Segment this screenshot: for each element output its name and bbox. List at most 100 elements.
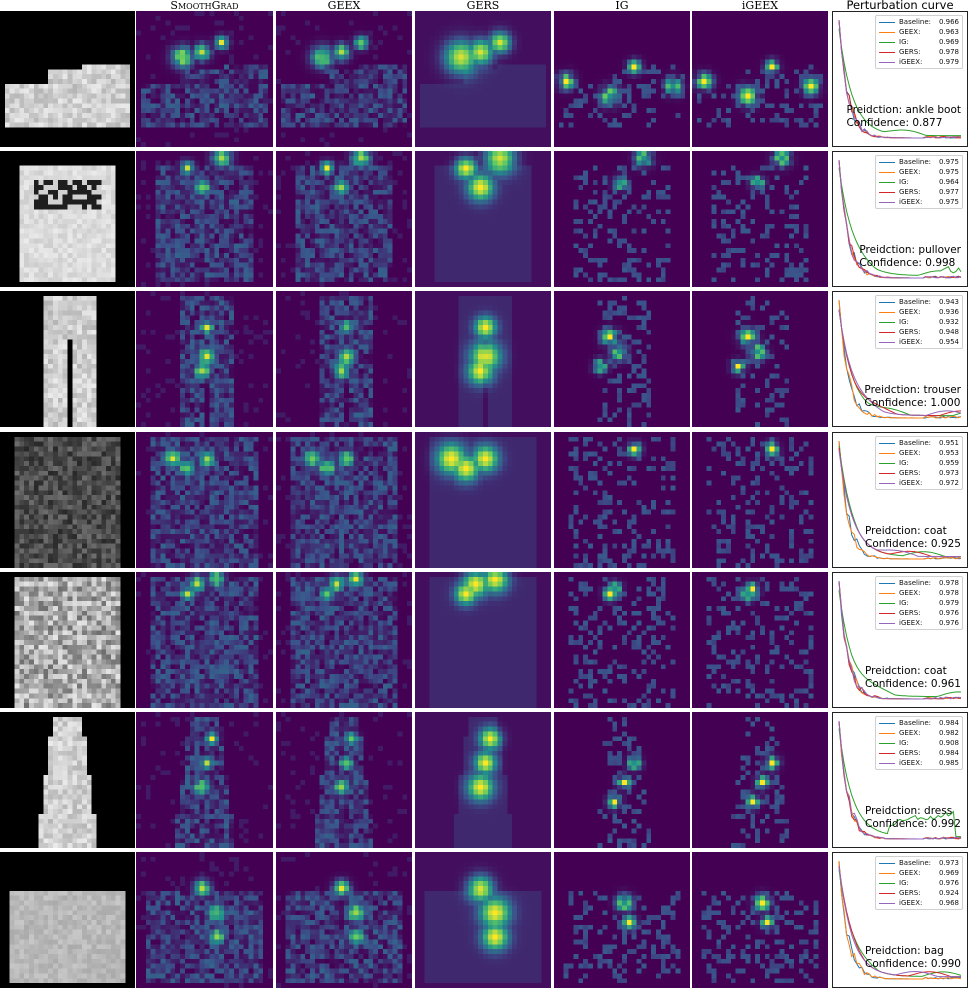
confidence-label: Confidence: 0.925 — [865, 538, 961, 551]
legend-entry-gers: GERS: 0.984 — [879, 748, 959, 758]
legend-swatch — [879, 21, 895, 23]
prediction-text: Preidction: coat Confidence: 0.925 — [865, 525, 961, 551]
legend-label: IG: — [899, 317, 935, 327]
legend-label: GEEX: — [899, 27, 935, 37]
prediction-text: Preidction: pullover Confidence: 0.998 — [859, 244, 961, 270]
heatmap-gers-row-7 — [415, 852, 551, 988]
prediction-text: Preidction: bag Confidence: 0.990 — [865, 945, 961, 971]
legend-label: IG: — [899, 598, 935, 608]
legend-score: 0.973 — [935, 468, 959, 478]
legend-label: GERS: — [899, 47, 935, 57]
heatmap-gers-row-2 — [415, 151, 551, 287]
legend-score: 0.953 — [935, 448, 959, 458]
legend-score: 0.954 — [935, 337, 959, 347]
legend-label: Baseline: — [899, 578, 935, 588]
perturbation-curve-row-5: Baseline: 0.978 GEEX: 0.978 IG: 0.979 GERS: 0.9… — [832, 572, 968, 708]
legend-swatch — [879, 191, 895, 193]
legend-swatch — [879, 51, 895, 53]
heatmap-igeex-row-4 — [692, 432, 828, 568]
original-image-ankle-boot — [0, 11, 135, 147]
legend-score: 0.976 — [935, 608, 959, 618]
prediction-text: Preidction: coat Confidence: 0.961 — [865, 665, 961, 691]
legend-label: Baseline: — [899, 858, 935, 868]
heatmap-gers-row-4 — [415, 432, 551, 568]
heatmap-gers-row-3 — [415, 291, 551, 427]
heatmap-geex-row-6 — [276, 712, 412, 848]
legend-score: 0.968 — [935, 898, 959, 908]
legend-entry-igeex: iGEEX: 0.985 — [879, 758, 959, 768]
legend-entry-ig: IG: 0.932 — [879, 317, 959, 327]
legend-entry-ig: IG: 0.959 — [879, 458, 959, 468]
legend-score: 0.978 — [935, 588, 959, 598]
prediction-label: Preidction: bag — [865, 945, 961, 958]
legend-swatch — [879, 452, 895, 454]
legend-score: 0.976 — [935, 618, 959, 628]
legend-entry-geex: GEEX: 0.978 — [879, 588, 959, 598]
heatmap-ig-row-1 — [554, 11, 690, 147]
legend-entry-baseline: Baseline: 0.943 — [879, 297, 959, 307]
legend-entry-igeex: iGEEX: 0.976 — [879, 618, 959, 628]
column-header-perturbation-curve: Perturbation curve — [832, 0, 968, 11]
legend-entry-ig: IG: 0.908 — [879, 738, 959, 748]
heatmap-ig-row-7 — [554, 852, 690, 988]
heatmap-geex-row-1 — [276, 11, 412, 147]
legend-swatch — [879, 872, 895, 874]
legend-score: 0.977 — [935, 187, 959, 197]
legend-entry-ig: IG: 0.964 — [879, 177, 959, 187]
legend-swatch — [879, 482, 895, 484]
perturbation-curve-row-4: Baseline: 0.951 GEEX: 0.953 IG: 0.959 GERS: 0.9… — [832, 432, 968, 568]
legend-label: iGEEX: — [899, 197, 935, 207]
heatmap-ig-row-4 — [554, 432, 690, 568]
prediction-label: Preidction: pullover — [859, 244, 961, 257]
legend-label: IG: — [899, 738, 935, 748]
legend-swatch — [879, 61, 895, 63]
legend-label: iGEEX: — [899, 478, 935, 488]
legend-score: 0.932 — [935, 317, 959, 327]
legend-label: Baseline: — [899, 17, 935, 27]
curve-legend: Baseline: 0.975 GEEX: 0.975 IG: 0.964 GERS: 0.9… — [875, 155, 963, 209]
legend-entry-gers: GERS: 0.973 — [879, 468, 959, 478]
confidence-label: Confidence: 0.877 — [846, 117, 961, 130]
curve-legend: Baseline: 0.943 GEEX: 0.936 IG: 0.932 GERS: 0.9… — [875, 295, 963, 349]
legend-entry-gers: GERS: 0.924 — [879, 888, 959, 898]
legend-swatch — [879, 592, 895, 594]
prediction-label: Preidction: coat — [865, 665, 961, 678]
curve-legend: Baseline: 0.973 GEEX: 0.969 IG: 0.976 GERS: 0.9… — [875, 856, 963, 910]
heatmap-igeex-row-1 — [692, 11, 828, 147]
legend-score: 0.924 — [935, 888, 959, 898]
legend-swatch — [879, 41, 895, 43]
legend-entry-ig: IG: 0.976 — [879, 878, 959, 888]
heatmap-ig-row-6 — [554, 712, 690, 848]
legend-swatch — [879, 171, 895, 173]
heatmap-gers-row-1 — [415, 11, 551, 147]
legend-entry-baseline: Baseline: 0.951 — [879, 438, 959, 448]
legend-label: GEEX: — [899, 307, 935, 317]
confidence-label: Confidence: 0.992 — [865, 818, 961, 831]
legend-entry-geex: GEEX: 0.975 — [879, 167, 959, 177]
legend-label: GERS: — [899, 187, 935, 197]
legend-score: 0.972 — [935, 478, 959, 488]
legend-score: 0.975 — [935, 167, 959, 177]
original-image-coat — [0, 572, 135, 708]
legend-swatch — [879, 462, 895, 464]
legend-swatch — [879, 311, 895, 313]
confidence-label: Confidence: 0.990 — [865, 958, 961, 971]
legend-swatch — [879, 31, 895, 33]
perturbation-curve-row-1: Baseline: 0.966 GEEX: 0.963 IG: 0.969 GERS: 0.9… — [832, 11, 968, 147]
original-image-dress — [0, 712, 135, 848]
legend-label: GEEX: — [899, 588, 935, 598]
original-image-pullover — [0, 151, 135, 287]
column-header-ig: IG — [554, 0, 690, 11]
prediction-text: Preidction: trouser Confidence: 1.000 — [864, 384, 961, 410]
legend-entry-igeex: iGEEX: 0.975 — [879, 197, 959, 207]
legend-score: 0.975 — [935, 157, 959, 167]
heatmap-smoothgrad-row-6 — [136, 712, 273, 848]
heatmap-smoothgrad-row-5 — [136, 572, 273, 708]
legend-label: iGEEX: — [899, 898, 935, 908]
legend-score: 0.982 — [935, 728, 959, 738]
original-image-coat — [0, 432, 135, 568]
legend-label: GEEX: — [899, 167, 935, 177]
legend-score: 0.978 — [935, 578, 959, 588]
legend-score: 0.979 — [935, 57, 959, 67]
legend-label: iGEEX: — [899, 337, 935, 347]
